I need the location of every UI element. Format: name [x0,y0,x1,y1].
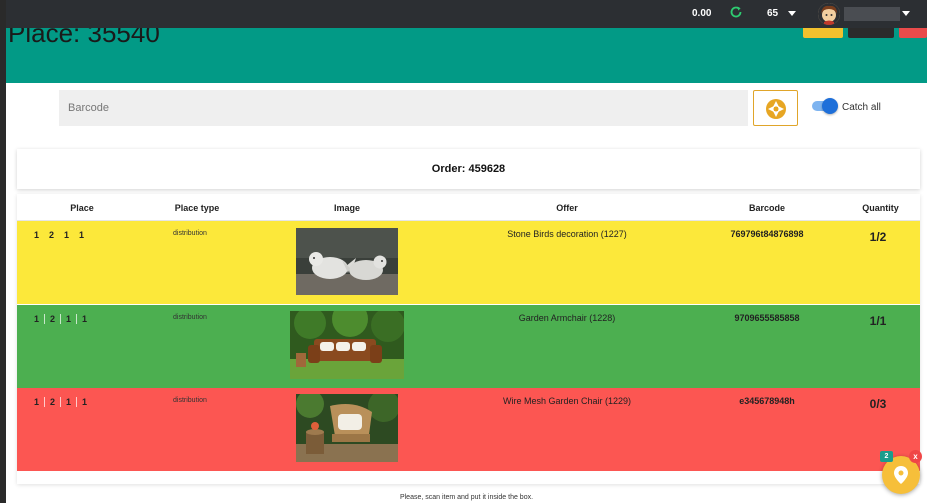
place-cell: 1 [34,314,40,324]
table-row[interactable]: 1 2 1 1 distribution [17,305,920,388]
order-panel: Order: 459628 [17,149,920,189]
place-cell: 2 [44,397,60,407]
quantity-value: 0/3 [869,397,887,411]
instruction-text: Please, scan item and put it inside the … [399,494,534,501]
page-title: Place: 35540 [8,28,160,48]
table-row[interactable]: 1 2 1 1 distribution [17,221,920,304]
place-cell: 1 [34,230,40,240]
offer-name: Garden Armchair (1228) [518,313,616,323]
place-type: distribution [173,397,207,404]
place-cell: 1 [76,314,92,324]
quantity-value: 1/2 [869,230,887,244]
chevron-down-icon[interactable] [902,11,910,16]
location-pin-icon [894,466,908,484]
column-header-offer: Offer [556,203,578,213]
place-cells: 1 2 1 1 [29,397,92,407]
table-header: Place Place type Image Offer Barcode Qua… [17,194,920,221]
column-header-barcode: Barcode [748,203,785,213]
chevron-down-icon[interactable] [788,11,796,16]
place-cell: 1 [64,230,70,240]
page-header: Place: 35540 [6,28,927,83]
catch-all-toggle[interactable] [812,98,838,114]
place-cell: 1 [60,314,76,324]
wire-mesh-chair-photo [296,394,398,462]
barcode-value: 9709655585858 [734,313,800,323]
header-action-button-red[interactable] [899,28,927,38]
refresh-icon[interactable] [729,5,743,19]
place-cell: 2 [44,314,60,324]
garden-armchair-photo [290,311,404,379]
place-type: distribution [173,314,207,321]
place-cell: 1 [79,230,85,240]
top-bar: 0.00 65 [6,0,927,28]
column-header-image: Image [333,203,360,213]
place-type: distribution [173,230,207,237]
notification-badge: 2 [880,451,893,462]
items-table: Place Place type Image Offer Barcode Qua… [17,194,920,484]
stone-birds-photo [296,228,398,295]
place-cells: 1 2 1 1 [29,314,92,324]
main-content: Catch all Order: 459628 Place Place type… [6,83,927,503]
place-cells: 1 2 1 1 [29,230,89,240]
column-header-place-type: Place type [174,203,220,213]
username-redacted[interactable] [844,7,900,21]
place-cell: 1 [60,397,76,407]
quantity-value: 1/1 [869,314,887,328]
barcode-input[interactable] [59,90,748,126]
count-dropdown[interactable]: 65 [767,8,778,19]
place-cell: 1 [76,397,92,407]
aperture-icon [766,99,786,119]
header-action-button-yellow[interactable] [803,28,843,38]
avatar[interactable] [818,3,840,25]
order-number: Order: 459628 [431,163,506,175]
toggle-knob [822,98,838,114]
column-header-quantity: Quantity [862,203,899,213]
place-cell: 1 [34,397,40,407]
offer-name: Stone Birds decoration (1227) [507,229,627,239]
camera-scan-button[interactable] [753,90,798,126]
catch-all-label: Catch all [842,102,881,113]
barcode-value: 769796t84876898 [730,229,804,239]
column-header-place: Place [70,203,94,213]
offer-name: Wire Mesh Garden Chair (1229) [502,396,632,406]
balance-value: 0.00 [692,8,712,19]
header-settings-button[interactable] [848,28,894,38]
place-cell: 2 [49,230,55,240]
table-row[interactable]: 1 2 1 1 distribution [17,388,920,471]
barcode-value: e345678948h [739,396,795,406]
close-icon[interactable]: x [909,450,922,463]
